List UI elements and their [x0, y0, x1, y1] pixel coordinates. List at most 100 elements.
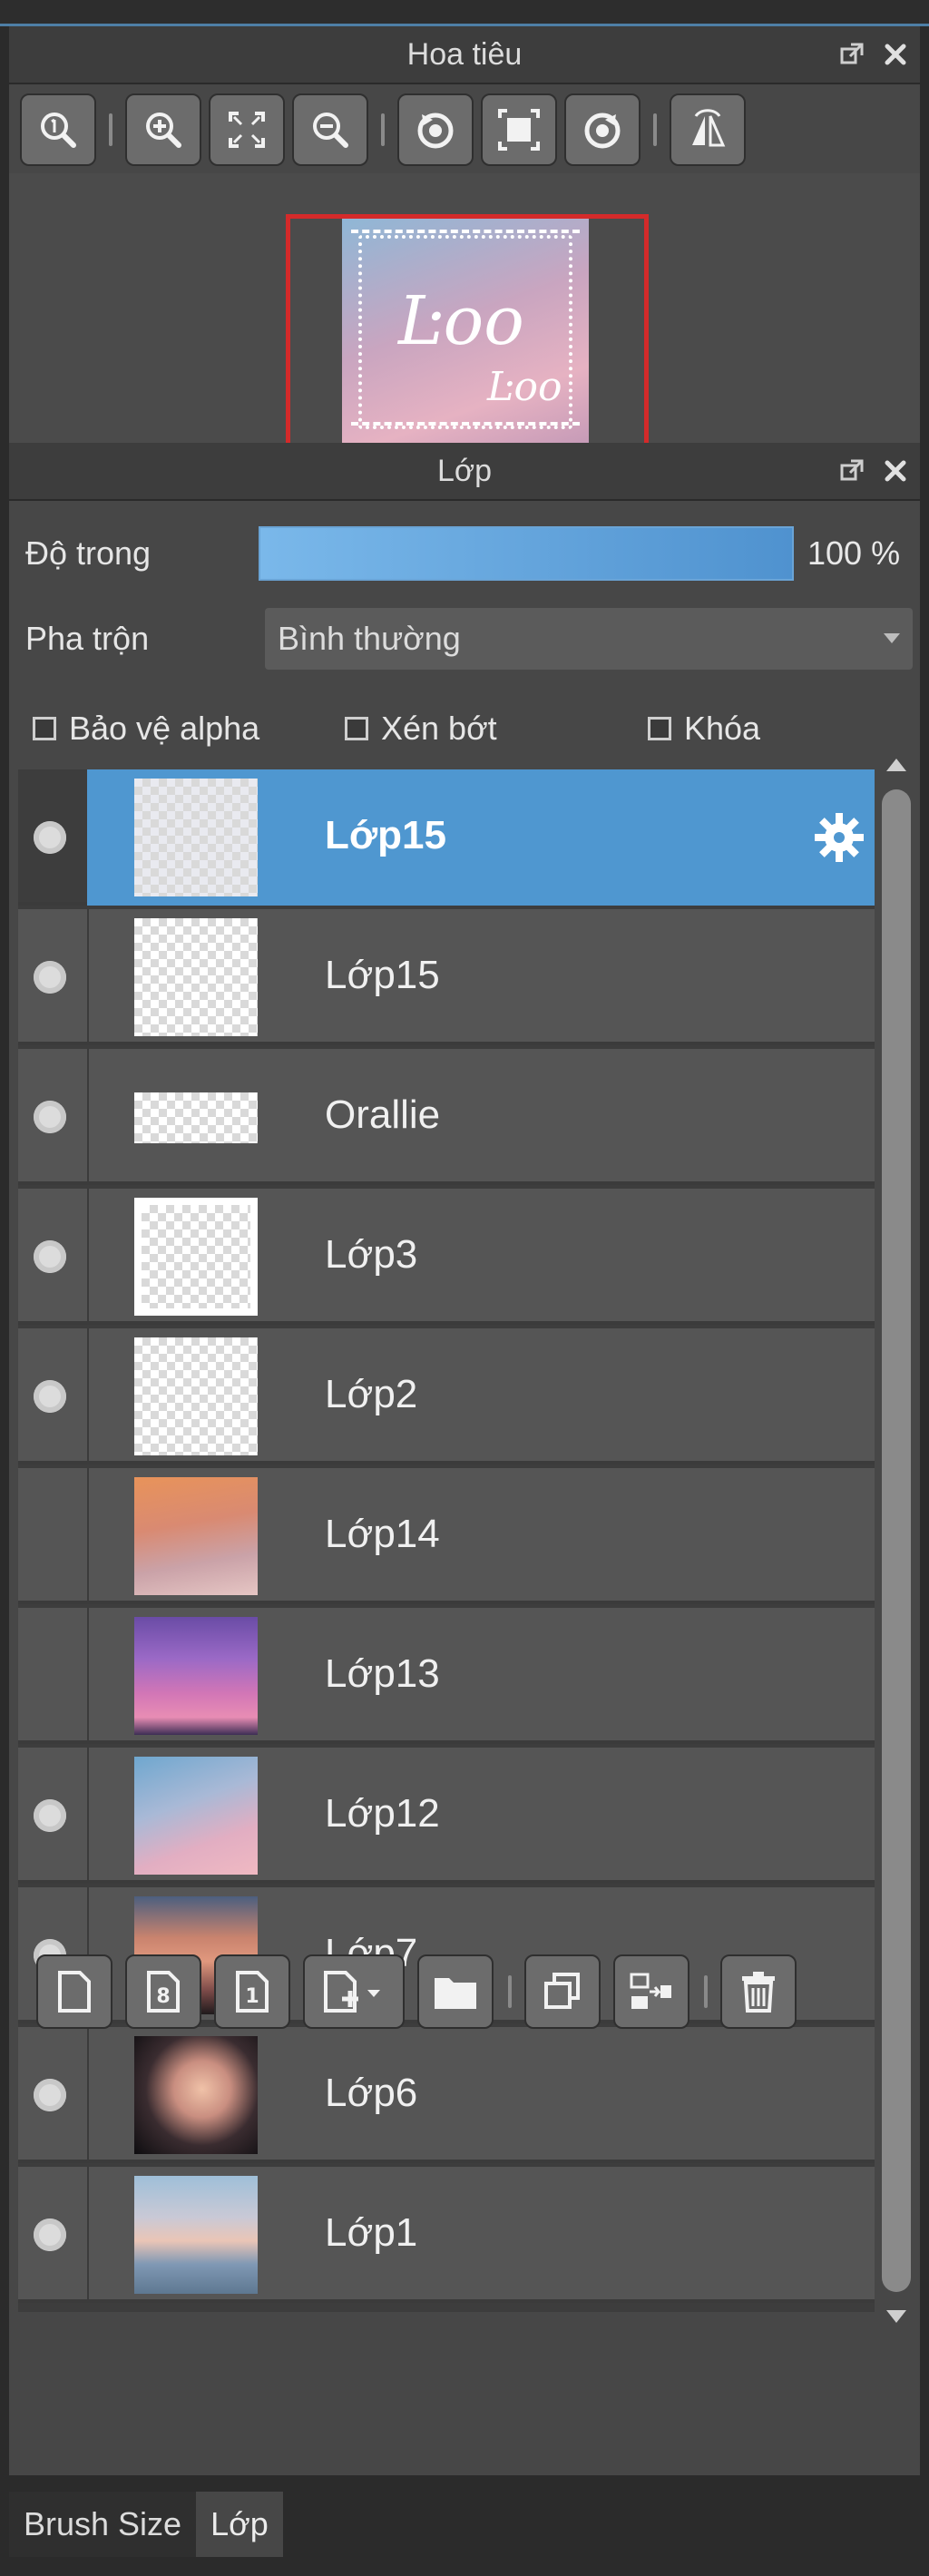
- undock-icon[interactable]: [838, 457, 865, 485]
- layer-name: Lớp2: [325, 1372, 418, 1416]
- zoom-actual-button[interactable]: [20, 93, 96, 166]
- layers-panel: Lớp Độ trong 100 % Pha trộn Bình thường …: [9, 443, 920, 2475]
- visibility-toggle[interactable]: [34, 1380, 66, 1413]
- layer-row[interactable]: Lớp12: [18, 1748, 875, 1884]
- layers-title: Lớp: [436, 453, 493, 488]
- layer-thumbnail: [134, 1757, 258, 1875]
- tab-layer[interactable]: Lớp: [196, 2492, 283, 2557]
- layer-options: Bảo vệ alpha Xén bớt Khóa: [33, 699, 913, 762]
- separator: [508, 1975, 512, 2008]
- clipping-checkbox[interactable]: Xén bớt: [345, 710, 497, 748]
- visibility-toggle[interactable]: [34, 821, 66, 854]
- panel-tabs: Brush Size Lớp: [9, 2492, 283, 2557]
- navigator-preview[interactable]: Ŀoo Ŀoo: [9, 173, 920, 455]
- layer-list: Lớp15 Lớp15 Orallie Lớp3 Lớp2 Lớp14 Lớp1…: [18, 769, 875, 2312]
- folder-icon: [435, 1978, 476, 2009]
- rotate-left-button[interactable]: [397, 93, 474, 166]
- layer-row[interactable]: Lớp6: [18, 2027, 875, 2163]
- layer-name: Lớp14: [325, 1512, 440, 1556]
- add-layer-dropdown-button[interactable]: [303, 1954, 405, 2029]
- rotate-right-button[interactable]: [564, 93, 641, 166]
- new-8bit-layer-button[interactable]: 8: [125, 1954, 201, 2029]
- checkbox-box: [648, 717, 671, 740]
- layer-thumbnail: [134, 1198, 258, 1316]
- layer-name: Lớp1: [325, 2210, 418, 2255]
- merge-down-icon: [630, 1973, 671, 2009]
- divider: [87, 1468, 89, 1601]
- visibility-toggle[interactable]: [34, 1101, 66, 1133]
- layer-list-scrollbar[interactable]: [878, 751, 914, 2330]
- layer-thumbnail: [134, 779, 258, 896]
- zoom-in-icon: [146, 113, 181, 148]
- layer-row[interactable]: Lớp15: [18, 769, 875, 906]
- delete-layer-button[interactable]: [720, 1954, 797, 2029]
- navigator-panel: Hoa tiêu Ŀoo Ŀoo: [9, 26, 920, 455]
- layer-row[interactable]: Lớp2: [18, 1328, 875, 1464]
- layer-row[interactable]: Lớp13: [18, 1608, 875, 1744]
- opacity-slider[interactable]: [259, 526, 794, 581]
- divider: [87, 909, 89, 1042]
- opacity-label: Độ trong: [25, 534, 152, 572]
- flip-icon: [692, 109, 726, 147]
- fullscreen-button[interactable]: [481, 93, 557, 166]
- layer-row[interactable]: Orallie: [18, 1049, 875, 1185]
- layer-actions-toolbar: 8 1: [18, 1951, 929, 2032]
- fit-screen-button[interactable]: [209, 93, 285, 166]
- layer-row[interactable]: Lớp14: [18, 1468, 875, 1604]
- undock-icon[interactable]: [838, 41, 865, 68]
- scroll-down-arrow-icon[interactable]: [886, 2310, 906, 2323]
- close-icon[interactable]: [882, 457, 909, 485]
- divider: [87, 2027, 89, 2160]
- lock-checkbox[interactable]: Khóa: [648, 710, 760, 748]
- clipping-label: Xén bớt: [381, 710, 497, 747]
- visibility-toggle[interactable]: [34, 1240, 66, 1273]
- layer-thumbnail: [134, 1337, 258, 1455]
- duplicate-layer-button[interactable]: [524, 1954, 601, 2029]
- scroll-up-arrow-icon[interactable]: [886, 759, 906, 771]
- visibility-toggle[interactable]: [34, 2079, 66, 2111]
- new-folder-button[interactable]: [417, 1954, 494, 2029]
- tab-brush-size[interactable]: Brush Size: [9, 2492, 197, 2557]
- visibility-toggle[interactable]: [34, 961, 66, 994]
- lock-label: Khóa: [684, 710, 761, 747]
- layer-name: Lớp12: [325, 1791, 440, 1836]
- new-1bit-layer-button[interactable]: 1: [214, 1954, 290, 2029]
- chevron-down-icon: [884, 633, 900, 643]
- gear-icon[interactable]: [813, 811, 865, 868]
- fullscreen-icon: [498, 109, 540, 151]
- protect-alpha-label: Bảo vệ alpha: [69, 710, 260, 747]
- visibility-toggle[interactable]: [34, 2218, 66, 2251]
- zoom-out-button[interactable]: [292, 93, 368, 166]
- divider: [87, 1049, 89, 1181]
- navigator-title: Hoa tiêu: [406, 36, 523, 72]
- viewport-frame[interactable]: [286, 214, 649, 450]
- layer-row[interactable]: Lớp1: [18, 2167, 875, 2303]
- separator: [109, 113, 112, 146]
- separator: [381, 113, 385, 146]
- flip-button[interactable]: [670, 93, 746, 166]
- new-page-icon: [58, 1971, 91, 2013]
- zoom-in-button[interactable]: [125, 93, 201, 166]
- separator: [704, 1975, 708, 2008]
- scroll-thumb[interactable]: [882, 789, 911, 2292]
- layer-row[interactable]: Lớp3: [18, 1189, 875, 1325]
- fit-screen-icon: [229, 112, 265, 148]
- blend-mode-select[interactable]: Bình thường: [265, 608, 913, 670]
- layer-thumbnail: [134, 2176, 258, 2294]
- close-icon[interactable]: [882, 41, 909, 68]
- layer-thumbnail: [134, 1617, 258, 1735]
- divider: [87, 2167, 89, 2299]
- layer-row[interactable]: Lớp15: [18, 909, 875, 1045]
- merge-layer-button[interactable]: [613, 1954, 689, 2029]
- layer-name: Lớp6: [325, 2071, 418, 2115]
- blend-mode-value: Bình thường: [278, 620, 461, 657]
- visibility-toggle[interactable]: [34, 1799, 66, 1832]
- divider: [87, 1608, 89, 1740]
- divider: [87, 1748, 89, 1880]
- top-strip: [0, 0, 929, 26]
- duplicate-icon: [544, 1973, 580, 2009]
- new-layer-button[interactable]: [36, 1954, 112, 2029]
- protect-alpha-checkbox[interactable]: Bảo vệ alpha: [33, 710, 259, 748]
- 1bit-layer-icon: 1: [236, 1971, 269, 2013]
- trash-icon: [742, 1972, 775, 2013]
